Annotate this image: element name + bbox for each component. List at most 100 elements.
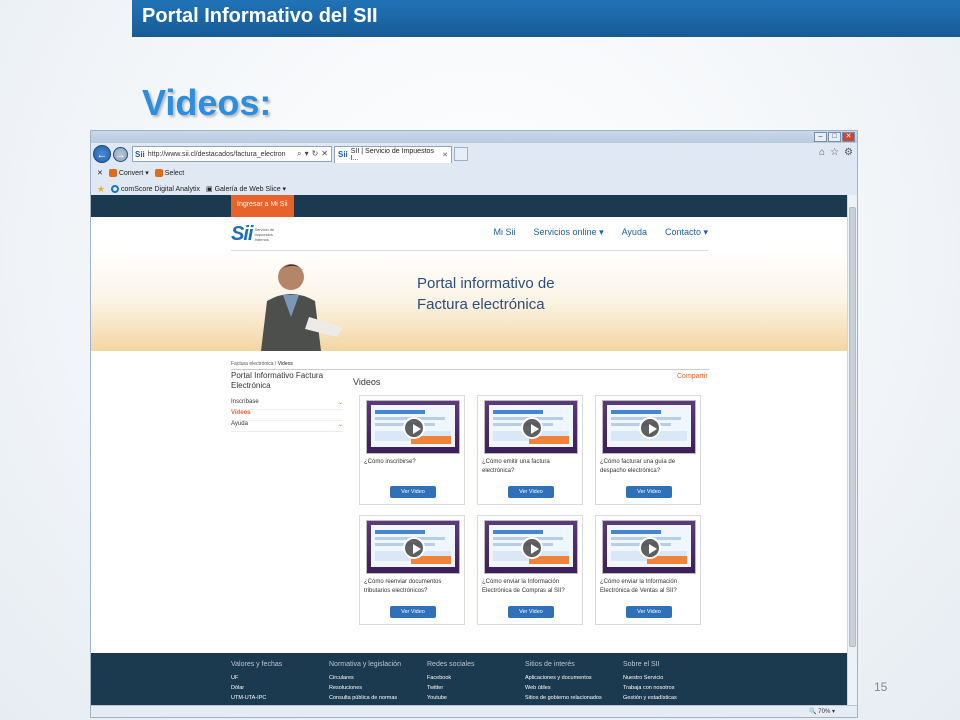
breadcrumb-parent[interactable]: Factura electrónica: [231, 361, 274, 367]
select-icon: [154, 169, 163, 177]
slide-banner-title: Portal Informativo del SII: [142, 5, 378, 27]
home-icon[interactable]: ⌂: [819, 147, 825, 158]
footer-link[interactable]: Consulta pública de normas: [329, 695, 401, 701]
footer-column: Normativa y legislación Circulares Resol…: [329, 661, 401, 701]
hero-banner: Portal informativo de Factura electrónic…: [91, 251, 848, 351]
play-icon[interactable]: [639, 417, 661, 439]
site-header: Sii Servicio de Impuestos Internos Mi Si…: [231, 217, 708, 251]
footer-link[interactable]: Gestión y estadísticas: [623, 695, 677, 701]
favorite-web-slice[interactable]: ▣ Galería de Web Slice ▾: [206, 185, 286, 193]
favorite-comscore[interactable]: comScore Digital Analytix: [111, 185, 200, 193]
play-icon[interactable]: [521, 417, 543, 439]
ver-video-button[interactable]: Ver Video: [508, 606, 554, 618]
footer-link[interactable]: Trabaja con nosotros: [623, 685, 677, 691]
command-bar: ✕ Convert ▾ Select: [91, 165, 857, 181]
footer-link[interactable]: Aplicaciones y documentos: [525, 675, 602, 681]
video-thumbnail[interactable]: [366, 520, 460, 574]
breadcrumb: Factura electrónica / Videos: [231, 361, 709, 370]
sidebar-item-videos[interactable]: Videos: [231, 410, 343, 421]
convert-button[interactable]: Convert ▾: [108, 169, 149, 178]
sidebar-menu: Inscríbase ⌄ Videos Ayuda ⌄: [231, 399, 343, 432]
close-icon[interactable]: ✕: [842, 132, 855, 142]
video-card: ¿Cómo emitir una factura electrónica? Ve…: [477, 395, 583, 505]
tab-close-icon[interactable]: ✕: [442, 151, 448, 159]
window-controls: – □ ✕: [814, 132, 855, 142]
maximize-icon[interactable]: □: [828, 132, 841, 142]
footer-link[interactable]: Youtube: [427, 695, 474, 701]
settings-gear-icon[interactable]: ⚙: [844, 147, 853, 158]
play-icon[interactable]: [403, 417, 425, 439]
dropdown-arrow-icon[interactable]: ▾: [305, 149, 309, 159]
vertical-scrollbar[interactable]: [847, 195, 857, 705]
footer-link[interactable]: Sitios de gobierno relacionados: [525, 695, 602, 701]
video-thumbnail[interactable]: [366, 400, 460, 454]
footer-link[interactable]: Facebook: [427, 675, 474, 681]
video-grid: ¿Cómo inscribirse? Ver Video ¿Cómo emiti…: [359, 395, 701, 625]
man-reading-image: [261, 264, 343, 351]
play-icon[interactable]: [639, 537, 661, 559]
chevron-down-icon: ⌄: [337, 422, 343, 428]
video-card: ¿Cómo inscribirse? Ver Video: [359, 395, 465, 505]
site-top-bar: Ingresar a Mi Sii: [91, 195, 848, 217]
footer-link[interactable]: Nuestro Servicio: [623, 675, 677, 681]
zoom-level[interactable]: 🔍 70% ▾: [809, 708, 835, 715]
video-thumbnail[interactable]: [484, 520, 578, 574]
minimize-icon[interactable]: –: [814, 132, 827, 142]
footer-link[interactable]: Dólar: [231, 685, 282, 691]
site-favicon-icon: Sii: [135, 149, 145, 159]
hero-title: Portal informativo de Factura electrónic…: [417, 275, 555, 313]
share-link[interactable]: Compartir: [677, 373, 708, 380]
play-icon[interactable]: [403, 537, 425, 559]
video-thumbnail[interactable]: [602, 520, 696, 574]
new-tab-button[interactable]: [454, 147, 468, 161]
favorites-star-icon[interactable]: ☆: [830, 147, 839, 158]
section-title: Videos: [353, 377, 381, 387]
sidebar-item-inscribase[interactable]: Inscríbase ⌄: [231, 399, 343, 410]
select-button[interactable]: Select: [154, 169, 184, 177]
footer-column: Valores y fechas UF Dólar UTM-UTA-IPC: [231, 661, 283, 701]
sii-logo[interactable]: Sii Servicio de Impuestos Internos: [231, 223, 284, 246]
sidebar-title: Portal Informativo Factura Electrónica: [231, 371, 324, 390]
breadcrumb-current: Videos: [277, 361, 293, 367]
video-thumbnail[interactable]: [484, 400, 578, 454]
menu-item-contacto[interactable]: Contacto ▾: [665, 227, 708, 238]
comscore-icon: [111, 185, 120, 193]
footer-link[interactable]: Web útiles: [525, 685, 602, 691]
chevron-down-icon: ⌄: [337, 400, 343, 406]
play-icon[interactable]: [521, 537, 543, 559]
video-card: ¿Cómo reenviar documentos tributarios el…: [359, 515, 465, 625]
video-caption: ¿Cómo inscribirse?: [364, 459, 416, 465]
stop-icon[interactable]: ✕: [321, 149, 328, 159]
video-thumbnail[interactable]: [602, 400, 696, 454]
forward-arrow-icon[interactable]: →: [113, 146, 128, 162]
sidebar-item-ayuda[interactable]: Ayuda ⌄: [231, 421, 343, 432]
back-arrow-icon[interactable]: ←: [93, 145, 111, 163]
menu-item-mi-sii[interactable]: Mi Sii: [494, 227, 516, 238]
close-toolbar-icon[interactable]: ✕: [97, 169, 103, 177]
scrollbar-thumb[interactable]: [849, 207, 856, 647]
menu-item-ayuda[interactable]: Ayuda: [622, 227, 647, 238]
menu-item-servicios-online[interactable]: Servicios online ▾: [534, 227, 604, 238]
footer-link[interactable]: UTM-UTA-IPC: [231, 695, 282, 701]
address-row: ← → Sii http://www.sii.cl/destacados/fac…: [91, 143, 857, 165]
ver-video-button[interactable]: Ver Video: [626, 486, 672, 498]
browser-titlebar: – □ ✕: [91, 131, 857, 143]
site-menu: Mi Sii Servicios online ▾ Ayuda Contacto…: [494, 227, 708, 238]
ver-video-button[interactable]: Ver Video: [390, 486, 436, 498]
login-button[interactable]: Ingresar a Mi Sii: [231, 195, 294, 217]
ver-video-button[interactable]: Ver Video: [626, 606, 672, 618]
browser-window: – □ ✕ ← → Sii http://www.sii.cl/destacad…: [90, 130, 858, 718]
address-bar[interactable]: Sii http://www.sii.cl/destacados/factura…: [132, 146, 332, 162]
footer-link[interactable]: Resoluciones: [329, 685, 401, 691]
ver-video-button[interactable]: Ver Video: [508, 486, 554, 498]
refresh-icon[interactable]: ↻: [312, 149, 319, 159]
footer-link[interactable]: Circulares: [329, 675, 401, 681]
video-caption: ¿Cómo enviar la Información Electrónica …: [482, 579, 565, 594]
favorites-icon[interactable]: ★: [97, 184, 105, 195]
search-icon[interactable]: ⌕: [297, 149, 301, 159]
footer-link[interactable]: UF: [231, 675, 282, 681]
footer-column: Sobre el SII Nuestro Servicio Trabaja co…: [623, 661, 677, 701]
browser-tab[interactable]: Sii SII | Servicio de Impuestos I... ✕: [334, 145, 452, 163]
ver-video-button[interactable]: Ver Video: [390, 606, 436, 618]
footer-link[interactable]: Twitter: [427, 685, 474, 691]
